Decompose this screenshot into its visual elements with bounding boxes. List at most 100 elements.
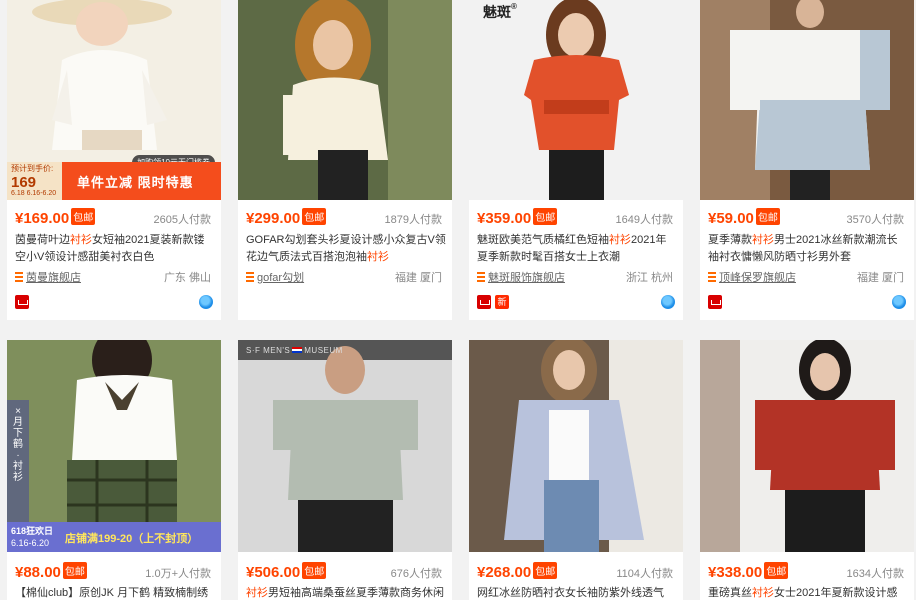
model-illustration [469,0,683,200]
product-image[interactable]: S·F MEN'S MUSEUM [238,340,452,552]
brand-strip: × 月下鹤 · 衬衫 [7,400,29,540]
sold-count: 1634人付款 [846,568,904,580]
price-row: ¥88.00 包邮 1.0万+人付款 [7,560,221,582]
promo-text: 单件立减 限时特惠 [77,175,194,190]
product-image[interactable]: 加购领10元无门槛券 预计到手价: 169 6.18 6.16-6.20 单件立… [7,0,221,200]
service-icons: 新 [477,293,675,311]
brand-logo: 魅斑® [483,2,517,20]
free-shipping-badge: 包邮 [533,208,558,225]
sold-count: 676人付款 [390,568,442,580]
service-icons [15,293,213,311]
shop-name[interactable]: 顶峰保罗旗舰店 [719,272,796,284]
product-card[interactable]: ¥338.00包邮 1634人付款 重磅真丝衬衫女士2021年夏新款设计感小 [700,340,914,600]
brand-header: S·F MEN'S MUSEUM [246,346,343,355]
price-row: ¥268.00 包邮 1104人付款 [469,560,683,582]
product-title[interactable]: 魅斑欧美范气质橘红色短袖衬衫2021年夏季新款时髦百搭女士上衣潮 [477,232,677,266]
promo-banner: 预计到手价: 169 6.18 6.16-6.20 单件立减 限时特惠 [7,162,221,200]
sold-count: 1649人付款 [615,214,673,226]
price-row: ¥506.00 包邮 676人付款 [238,560,452,582]
price-row: ¥59.00 包邮 3570人付款 [700,206,914,228]
product-card[interactable]: ¥59.00 包邮 3570人付款 夏季薄款衬衫男士2021冰丝新款潮流长袖衬衣慵… [700,0,914,320]
promo-price: 169 [11,174,37,191]
free-shipping-badge: 包邮 [71,208,96,225]
price: ¥59.00 包邮 [708,208,780,227]
price: ¥338.00 包邮 [708,562,789,581]
product-card[interactable]: × 月下鹤 · 衬衫 618狂欢日 6.16-6.20 店铺满199-20（上不封顶）… [7,340,221,600]
model-illustration [469,340,683,552]
product-card[interactable]: ¥299.00 包邮 1879人付款 GOFAR勾划套头衫夏设计感小众复古V领花边… [238,0,452,320]
location: 福建 厦门 [856,272,904,284]
product-image[interactable]: 魅斑® [469,0,683,200]
price: ¥268.00 包邮 [477,562,558,581]
price: ¥299.00 包邮 [246,208,327,227]
price-row: ¥169.00 包邮 2605人付款 [7,206,221,228]
location: 福建 厦门 [394,272,442,284]
product-title[interactable]: 茵曼荷叶边衬衫女短袖2021夏装新款镂空小V领设计感甜美衬衣白色 [15,232,215,266]
wangwang-icon[interactable] [661,295,675,309]
price: ¥506.00 包邮 [246,562,327,581]
model-illustration [7,340,221,552]
promo-banner: 618狂欢日 6.16-6.20 店铺满199-20（上不封顶） [7,522,221,552]
promo-text: 店铺满199-20（上不封顶） [65,533,199,545]
free-shipping-badge: 包邮 [533,562,558,579]
product-title[interactable]: 夏季薄款衬衫男士2021冰丝新款潮流长袖衬衣慵懒风防晒寸衫男外套 [708,232,908,266]
shop-row: 茵曼旗舰店 广东 佛山 [15,269,213,285]
shop-row: 顶峰保罗旗舰店 福建 厦门 [708,269,906,285]
product-image[interactable] [469,340,683,552]
price: ¥169.00 包邮 [15,208,96,227]
location: 广东 佛山 [163,272,211,284]
sold-count: 3570人付款 [846,214,904,226]
sold-count: 2605人付款 [153,214,211,226]
product-card[interactable]: ¥268.00 包邮 1104人付款 网红冰丝防晒衬衣女长袖防紫外线透气 [469,340,683,600]
model-illustration [700,340,914,552]
promo-title: 618狂欢日 [11,526,54,536]
shop-icon [708,272,716,282]
free-shipping-badge: 包邮 [755,208,780,225]
product-title[interactable]: 网红冰丝防晒衬衣女长袖防紫外线透气 [477,585,677,600]
free-shipping-badge: 包邮 [62,562,87,579]
product-image[interactable]: × 月下鹤 · 衬衫 618狂欢日 6.16-6.20 店铺满199-20（上不封顶） [7,340,221,552]
sold-count: 1104人付款 [616,568,673,580]
price-row: ¥299.00 包邮 1879人付款 [238,206,452,228]
shop-row: gofar勾划 福建 厦门 [246,269,444,285]
model-illustration [238,0,452,200]
model-illustration [700,0,914,200]
price: ¥88.00 包邮 [15,562,87,581]
product-title[interactable]: 【棉仙club】原创JK 月下鹤 精致楠制绣短 [15,585,215,600]
sold-count: 1.0万+人付款 [145,568,211,580]
shop-name[interactable]: 茵曼旗舰店 [26,272,81,284]
tmall-icon[interactable] [708,294,722,309]
product-title[interactable]: 衬衫男短袖高端桑蚕丝夏季薄款商务休闲免 [246,585,446,600]
shop-row: 魅斑服饰旗舰店 浙江 杭州 [477,269,675,285]
shop-icon [15,272,23,282]
product-image[interactable] [700,0,914,200]
wangwang-icon[interactable] [199,295,213,309]
product-card[interactable]: 魅斑® ¥359.00 包邮 1649人付款 魅斑欧美范气质橘红色短袖衬衫2021… [469,0,683,320]
product-card[interactable]: 加购领10元无门槛券 预计到手价: 169 6.18 6.16-6.20 单件立… [7,0,221,320]
shop-name[interactable]: 魅斑服饰旗舰店 [488,272,565,284]
product-title[interactable]: GOFAR勾划套头衫夏设计感小众复古V领花边气质法式百搭泡泡袖衬衫 [246,232,446,266]
product-image[interactable] [238,0,452,200]
new-icon: 新 [495,294,509,309]
tmall-icon[interactable] [477,294,491,309]
shop-icon [477,272,485,282]
price-row: ¥359.00 包邮 1649人付款 [469,206,683,228]
shop-name[interactable]: gofar勾划 [257,272,304,284]
product-image[interactable] [700,340,914,552]
tmall-icon[interactable] [15,294,29,309]
free-shipping-badge: 包邮 [764,562,789,579]
free-shipping-badge: 包邮 [302,562,327,579]
promo-date: 6.16-6.20 [11,538,50,548]
price: ¥359.00 包邮 [477,208,558,227]
product-title[interactable]: 重磅真丝衬衫女士2021年夏新款设计感小 [708,585,908,600]
wangwang-icon[interactable] [892,295,906,309]
shop-icon [246,272,254,282]
promo-label: 预计到手价: [11,164,54,173]
sold-count: 1879人付款 [384,214,442,226]
free-shipping-badge: 包邮 [302,208,327,225]
price-row: ¥338.00 包邮 1634人付款 [700,560,914,582]
location: 浙江 杭州 [625,272,673,284]
product-card[interactable]: S·F MEN'S MUSEUM ¥506.00 包邮 676人付款 衬衫男短袖高端… [238,340,452,600]
service-icons [708,293,906,311]
flag-icon [292,347,303,353]
